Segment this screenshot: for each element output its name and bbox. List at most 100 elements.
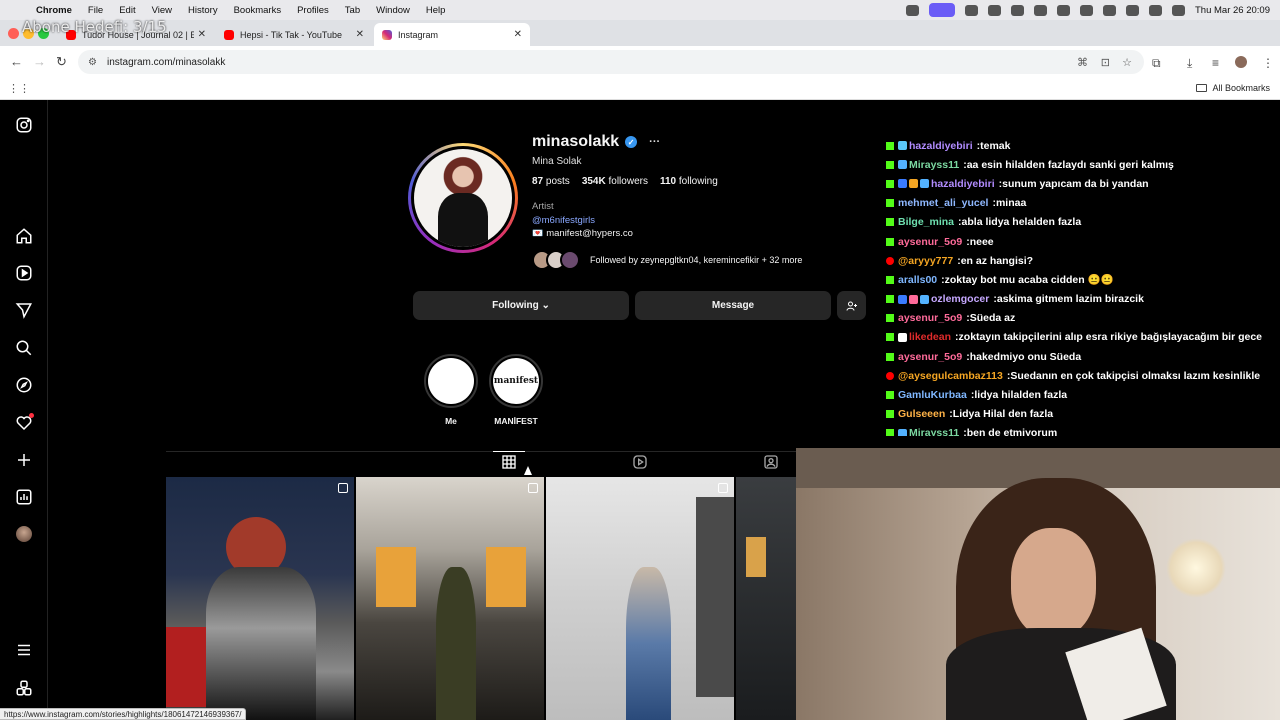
dashboard-icon[interactable] bbox=[14, 487, 34, 507]
chat-message-text: temak bbox=[980, 139, 1011, 152]
tagged-tab-icon[interactable] bbox=[763, 454, 779, 470]
forward-icon[interactable]: → bbox=[33, 54, 46, 69]
chat-username: @aryyy777 bbox=[898, 254, 954, 267]
all-bookmarks-button[interactable]: All Bookmarks bbox=[1196, 83, 1270, 93]
close-tab-icon[interactable]: ✕ bbox=[514, 29, 522, 40]
close-window-button[interactable] bbox=[8, 28, 19, 39]
tab-youtube[interactable]: Hepsi - Tik Tak - YouTube ✕ bbox=[216, 23, 372, 46]
also-from-meta-icon[interactable] bbox=[14, 678, 34, 698]
highlight-me[interactable]: Me bbox=[423, 354, 479, 426]
post-thumbnail[interactable] bbox=[736, 477, 796, 720]
instagram-favicon-icon bbox=[382, 29, 392, 40]
status-icon[interactable] bbox=[1011, 4, 1024, 16]
highlight-cover bbox=[428, 358, 474, 404]
message-button[interactable]: Message bbox=[635, 291, 831, 320]
create-plus-icon[interactable] bbox=[14, 450, 34, 470]
chat-message-text: Suedanın en çok takipçisi olmaksı lazım … bbox=[1010, 369, 1261, 382]
address-bar[interactable]: ⚙ instagram.com/minasolakk ⌘ ⊡ ☆ bbox=[78, 50, 1144, 74]
spotlight-icon[interactable] bbox=[1126, 4, 1139, 16]
menu-history[interactable]: History bbox=[188, 5, 218, 16]
battery-icon[interactable] bbox=[1103, 4, 1116, 16]
status-icon[interactable] bbox=[906, 4, 919, 16]
chat-message: GamluKurbaa: lidya hilalden fazla bbox=[886, 385, 1280, 404]
bio-mention-link[interactable]: @m6nifestgirls bbox=[532, 215, 595, 226]
highlight-manifest[interactable]: manifest MANİFEST bbox=[488, 354, 544, 426]
post-thumbnail[interactable] bbox=[546, 477, 734, 720]
explore-compass-icon[interactable] bbox=[14, 375, 34, 395]
back-icon[interactable]: ← bbox=[10, 54, 23, 69]
chrome-menu-icon[interactable]: ⋮ bbox=[1262, 56, 1274, 70]
control-center-icon[interactable] bbox=[1149, 4, 1162, 16]
apps-grid-icon[interactable]: ⋮⋮ bbox=[8, 82, 30, 95]
notifications-heart-icon[interactable] bbox=[14, 413, 34, 433]
home-icon[interactable] bbox=[14, 226, 34, 246]
extensions-icon[interactable]: ⧉ bbox=[1152, 56, 1161, 71]
posts-stat: 87 posts bbox=[532, 176, 570, 187]
chat-message-text: lidya hilalden fazla bbox=[974, 389, 1068, 402]
menu-tab[interactable]: Tab bbox=[345, 5, 360, 16]
reload-icon[interactable]: ↻ bbox=[56, 54, 67, 70]
menu-help[interactable]: Help bbox=[426, 5, 446, 16]
menu-view[interactable]: View bbox=[152, 5, 172, 16]
close-tab-icon[interactable]: ✕ bbox=[198, 29, 206, 40]
profile-avatar-story-ring[interactable] bbox=[408, 143, 518, 253]
verified-badge-icon: ✓ bbox=[625, 136, 638, 148]
status-icon[interactable] bbox=[965, 4, 978, 16]
tab-instagram[interactable]: Instagram ✕ bbox=[374, 23, 530, 46]
chat-badge-icon bbox=[898, 294, 907, 304]
search-icon[interactable] bbox=[14, 338, 34, 358]
instagram-sidebar bbox=[0, 100, 48, 720]
reels-icon[interactable] bbox=[14, 263, 34, 283]
menu-profiles[interactable]: Profiles bbox=[297, 5, 329, 16]
post-figure bbox=[206, 567, 316, 720]
chat-message: aysenur_5o9: neee bbox=[886, 232, 1280, 251]
status-icon[interactable] bbox=[1034, 4, 1047, 16]
chat-username: aysenur_5o9 bbox=[898, 235, 963, 248]
close-tab-icon[interactable]: ✕ bbox=[356, 29, 364, 40]
followers-label: followers bbox=[608, 176, 648, 187]
messages-icon[interactable] bbox=[14, 300, 34, 320]
bookmark-star-icon[interactable]: ☆ bbox=[1122, 50, 1132, 74]
menu-app-name[interactable]: Chrome bbox=[36, 5, 72, 16]
menu-edit[interactable]: Edit bbox=[119, 5, 135, 16]
followers-stat[interactable]: 354K followers bbox=[582, 176, 648, 187]
wifi-icon[interactable] bbox=[1080, 4, 1093, 16]
profile-avatar[interactable] bbox=[1235, 56, 1247, 68]
profile-category: Artist bbox=[532, 201, 554, 212]
avatar-border bbox=[411, 146, 515, 250]
site-info-icon[interactable]: ⚙ bbox=[88, 57, 97, 68]
instagram-logo-icon[interactable] bbox=[14, 115, 34, 135]
chat-username: ozlemgocer bbox=[931, 293, 990, 306]
following-button[interactable]: Following ⌄ bbox=[413, 291, 629, 320]
url-text[interactable]: instagram.com/minasolakk bbox=[107, 57, 225, 68]
chat-message-text: neee bbox=[969, 235, 994, 248]
chat-message-text: Süeda az bbox=[969, 312, 1016, 325]
following-count: 110 bbox=[659, 176, 677, 187]
install-icon[interactable]: ⊡ bbox=[1101, 50, 1110, 74]
reading-list-icon[interactable]: ≡ bbox=[1212, 56, 1219, 70]
profile-photo bbox=[414, 149, 512, 247]
platform-icon bbox=[886, 295, 894, 304]
menu-bookmarks[interactable]: Bookmarks bbox=[234, 5, 282, 16]
menu-file[interactable]: File bbox=[88, 5, 103, 16]
following-stat[interactable]: 110 following bbox=[660, 176, 718, 187]
status-accent-icon[interactable] bbox=[929, 3, 955, 17]
suggested-users-button[interactable] bbox=[837, 291, 866, 320]
status-icon[interactable] bbox=[988, 4, 1001, 16]
post-thumbnail[interactable] bbox=[166, 477, 354, 720]
menubar-clock[interactable]: Thu Mar 26 20:09 bbox=[1195, 5, 1270, 16]
posts-grid-tab-icon[interactable] bbox=[493, 451, 525, 470]
reels-tab-icon[interactable] bbox=[632, 454, 648, 470]
more-menu-icon[interactable] bbox=[14, 640, 34, 660]
followed-by-row[interactable]: Followed by zeynepgltkn04, keremincefiki… bbox=[532, 250, 802, 270]
more-options-icon[interactable]: ··· bbox=[649, 136, 660, 148]
carousel-icon bbox=[718, 483, 728, 493]
menu-window[interactable]: Window bbox=[376, 5, 410, 16]
link-status-bar: https://www.instagram.com/stories/highli… bbox=[0, 708, 247, 720]
profile-avatar-icon[interactable] bbox=[14, 524, 34, 544]
status-icon[interactable] bbox=[1057, 4, 1070, 16]
translate-icon[interactable]: ⌘ bbox=[1077, 50, 1088, 74]
siri-icon[interactable] bbox=[1172, 4, 1185, 16]
post-thumbnail[interactable] bbox=[356, 477, 544, 720]
downloads-icon[interactable]: ⤓ bbox=[1187, 56, 1192, 71]
